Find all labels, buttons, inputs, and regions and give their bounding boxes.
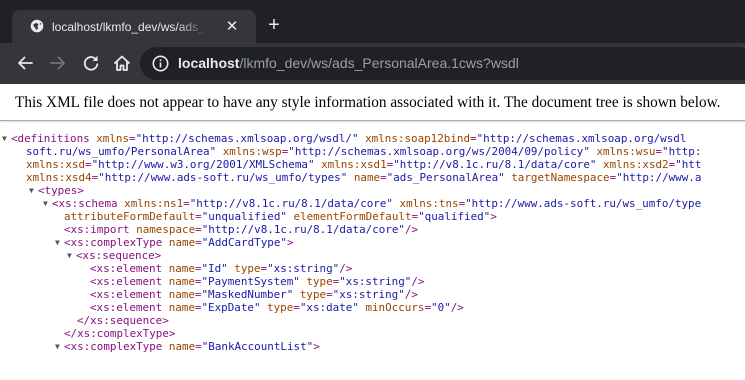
tab-strip: localhost/lkmfo_dev/ws/ads_PersonalArea.… (0, 0, 745, 43)
xml-line: ▼ <xs:sequence> (67, 249, 162, 262)
plus-icon[interactable]: + (262, 14, 286, 38)
url-host: localhost (178, 55, 240, 71)
home-icon[interactable] (111, 52, 133, 74)
collapse-triangle-icon[interactable]: ▼ (67, 249, 76, 262)
browser-tab[interactable]: localhost/lkmfo_dev/ws/ads_PersonalArea.… (12, 10, 256, 43)
xml-line: ▼ <types> (29, 184, 84, 197)
back-arrow-icon[interactable] (14, 52, 36, 74)
forward-arrow-icon[interactable] (47, 52, 69, 74)
collapse-triangle-icon[interactable]: ▼ (2, 132, 11, 145)
globe-icon (30, 19, 44, 33)
collapse-triangle-icon[interactable]: ▼ (43, 197, 52, 210)
xml-line: ▼ <xs:complexType name="AddCardType"> (55, 236, 294, 249)
xml-line: <xs:element name="PaymentSystem" type="x… (90, 275, 425, 288)
browser-toolbar: localhost/lkmfo_dev/ws/ads_PersonalArea.… (0, 43, 745, 84)
close-icon[interactable]: ✕ (223, 18, 241, 36)
xml-line: <xs:import namespace="http://v8.1c.ru/8.… (64, 223, 419, 236)
address-url[interactable]: localhost/lkmfo_dev/ws/ads_PersonalArea.… (178, 55, 519, 72)
xml-line: <xs:element name="MaskedNumber" type="xs… (90, 288, 418, 301)
xml-line: </xs:complexType> (64, 327, 176, 340)
xml-line: xmlns:xsd4="http://www.ads-soft.ru/ws_um… (26, 171, 702, 184)
xml-line: ▼ <xs:schema xmlns:ns1="http://v8.1c.ru/8… (43, 197, 702, 210)
notice-text: This XML file does not appear to have an… (15, 94, 721, 111)
address-bar[interactable]: localhost/lkmfo_dev/ws/ads_PersonalArea.… (140, 47, 745, 80)
xml-line: </xs:sequence> (77, 314, 169, 327)
xml-line: <xs:element name="ExpDate" type="xs:date… (90, 301, 464, 314)
info-icon[interactable] (152, 55, 169, 72)
collapse-triangle-icon[interactable]: ▼ (55, 340, 64, 353)
reload-icon[interactable] (80, 52, 102, 74)
xml-line: ▼ <xs:complexType name="BankAccountList"> (55, 340, 320, 353)
collapse-triangle-icon[interactable]: ▼ (29, 184, 38, 197)
xml-style-notice: This XML file does not appear to have an… (0, 84, 745, 121)
page-content: This XML file does not appear to have an… (0, 84, 745, 380)
xml-line: soft.ru/ws_umfo/PersonalArea" xmlns:wsp=… (26, 145, 702, 158)
xml-line: ▼ <definitions xmlns="http://schemas.xmls… (2, 132, 687, 145)
xml-line: <xs:element name="Id" type="xs:string"/> (90, 262, 353, 275)
tab-title: localhost/lkmfo_dev/ws/ads_PersonalArea.… (52, 20, 207, 34)
xml-line: xmlns:xsd="http://www.w3.org/2001/XMLSch… (26, 158, 702, 171)
collapse-triangle-icon[interactable]: ▼ (55, 236, 64, 249)
xml-line: attributeFormDefault="unqualified" eleme… (64, 210, 497, 223)
url-path: /lkmfo_dev/ws/ads_PersonalArea.1cws?wsdl (239, 55, 519, 71)
